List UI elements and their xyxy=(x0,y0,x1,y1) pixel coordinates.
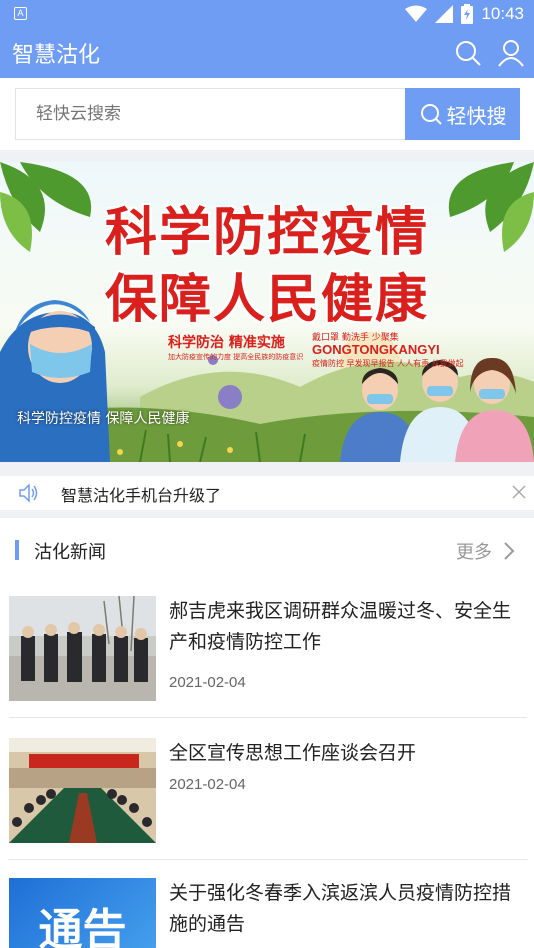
banner-slogan-main-sub: 加大防疫宣传的力度 提高全民族的防疫意识 xyxy=(168,353,304,361)
section-accent-bar xyxy=(15,540,19,560)
search-button[interactable]: 轻快搜 xyxy=(405,88,520,140)
search-input[interactable] xyxy=(15,88,405,140)
banner-headline-2: 保障人民健康 xyxy=(104,269,429,330)
news-date: 2021-02-04 xyxy=(169,776,246,793)
thumbnail-label: 通告 xyxy=(38,905,127,948)
banner-slogan-right-mid: GONGTONGKANGYI xyxy=(312,342,440,357)
news-thumbnail: 通告 xyxy=(9,878,156,948)
news-title: 全区宣传思想工作座谈会召开 xyxy=(169,742,417,764)
news-section: 沽化新闻 更多 郝吉虎来我区调研群众温暖过冬、安全生产和疫情防控工作 2021-… xyxy=(0,518,534,948)
banner-slogan-right-bottom: 疫情防控 早发现早报告 人人有责 从我做起 xyxy=(312,359,464,368)
app-bar: 智慧沽化 xyxy=(0,28,534,78)
divider xyxy=(9,859,527,860)
notification-a-icon: A xyxy=(14,7,27,20)
news-item[interactable]: 通告 关于强化冬春季入滨返滨人员疫情防控措施的通告 xyxy=(9,878,527,948)
app-title: 智慧沽化 xyxy=(12,43,101,68)
news-item[interactable]: 全区宣传思想工作座谈会召开 2021-02-04 xyxy=(9,738,527,860)
banner-caption: 科学防控疫情 保障人民健康 xyxy=(17,411,190,427)
banner-headline-1: 科学防控疫情 xyxy=(104,202,429,263)
news-thumbnail xyxy=(9,596,156,701)
more-link[interactable]: 更多 xyxy=(456,538,492,564)
news-item[interactable]: 郝吉虎来我区调研群众温暖过冬、安全生产和疫情防控工作 2021-02-04 xyxy=(9,596,527,718)
news-date: 2021-02-04 xyxy=(169,674,246,691)
chevron-right-icon[interactable] xyxy=(500,540,518,562)
notice-bar[interactable]: 智慧沽化手机台升级了 xyxy=(0,476,534,510)
notice-text: 智慧沽化手机台升级了 xyxy=(61,486,222,505)
divider xyxy=(9,717,527,718)
banner-slogan-main: 科学防治 精准实施 xyxy=(168,335,285,351)
search-bar: 轻快搜 xyxy=(0,78,534,150)
section-title: 沽化新闻 xyxy=(34,542,106,563)
user-icon[interactable] xyxy=(496,38,526,68)
search-icon[interactable] xyxy=(453,38,483,68)
news-title: 关于强化冬春季入滨返滨人员疫情防控措施的通告 xyxy=(169,882,512,935)
battery-icon xyxy=(461,4,474,24)
status-right: 10:43 xyxy=(405,3,524,25)
clock: 10:43 xyxy=(481,4,524,23)
news-title: 郝吉虎来我区调研群众温暖过冬、安全生产和疫情防控工作 xyxy=(169,600,512,653)
signal-icon xyxy=(435,5,454,23)
news-thumbnail xyxy=(9,738,156,843)
close-icon[interactable] xyxy=(511,484,527,500)
banner-carousel[interactable]: 科学防控疫情 保障人民健康 科学防治 精准实施 加大防疫宣传的力度 提高全民族的… xyxy=(0,162,534,462)
search-icon xyxy=(420,104,442,125)
speaker-icon xyxy=(19,483,38,503)
status-bar: A 10:43 xyxy=(0,0,534,28)
wifi-icon xyxy=(405,5,428,22)
search-button-label: 轻快搜 xyxy=(446,103,507,128)
